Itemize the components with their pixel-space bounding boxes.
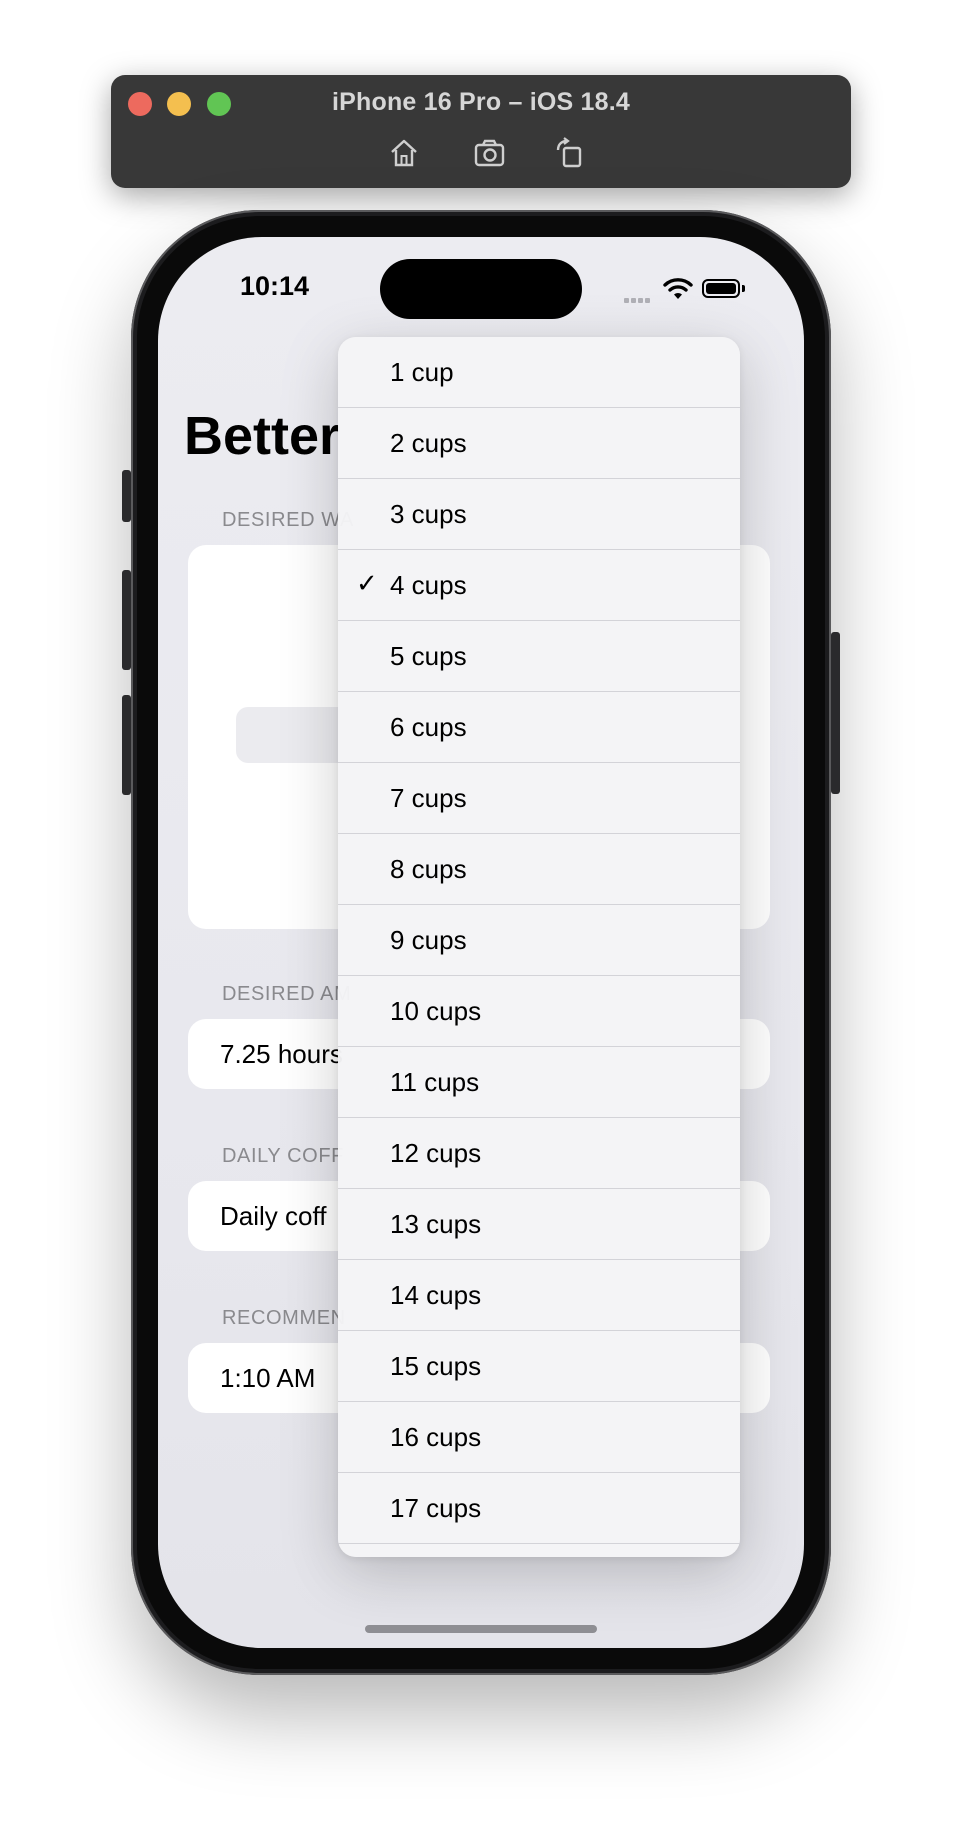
menu-item-label: 13 cups: [390, 1209, 482, 1239]
menu-item-label: 8 cups: [390, 854, 467, 884]
menu-item[interactable]: 12 cups: [338, 1118, 740, 1189]
menu-item-label: 10 cups: [390, 996, 482, 1026]
cellular-signal-icon: [624, 290, 652, 308]
recommended-bedtime-value: 1:10 AM: [220, 1363, 316, 1393]
menu-item[interactable]: 2 cups: [338, 408, 740, 479]
status-time: 10:14: [240, 271, 310, 301]
power-button[interactable]: [831, 632, 840, 794]
menu-item[interactable]: 6 cups: [338, 692, 740, 763]
menu-item[interactable]: 15 cups: [338, 1331, 740, 1402]
phone-screen: 10:14 Better DESIRED WA DESIRED AM 7.25 …: [158, 237, 804, 1648]
menu-item[interactable]: 8 cups: [338, 834, 740, 905]
menu-item-label: 15 cups: [390, 1351, 482, 1381]
volume-up-button[interactable]: [122, 570, 131, 670]
sleep-section-header: DESIRED AM: [222, 983, 352, 1005]
menu-item[interactable]: 17 cups: [338, 1473, 740, 1544]
wake-section-header: DESIRED WA: [222, 509, 354, 531]
menu-item[interactable]: 9 cups: [338, 905, 740, 976]
battery-cap: [742, 285, 745, 292]
screenshot-icon[interactable]: [472, 136, 506, 170]
menu-item[interactable]: 3 cups: [338, 479, 740, 550]
menu-item-label: 7 cups: [390, 783, 467, 813]
action-button[interactable]: [122, 470, 131, 522]
dynamic-island: [380, 259, 582, 319]
home-indicator[interactable]: [365, 1625, 597, 1633]
menu-item[interactable]: ✓ 4 cups: [338, 550, 740, 621]
coffee-section-header: DAILY COFF: [222, 1145, 344, 1167]
menu-item[interactable]: 14 cups: [338, 1260, 740, 1331]
menu-item-label: 6 cups: [390, 712, 467, 742]
menu-item[interactable]: 13 cups: [338, 1189, 740, 1260]
menu-item[interactable]: 11 cups: [338, 1047, 740, 1118]
menu-item[interactable]: 10 cups: [338, 976, 740, 1047]
menu-item-label: 14 cups: [390, 1280, 482, 1310]
rotate-icon[interactable]: [553, 136, 587, 170]
coffee-picker-label: Daily coff: [220, 1201, 327, 1231]
coffee-cups-menu: 1 cup 2 cups 3 cups ✓ 4 cups 5 cups 6 cups 7 cu…: [338, 337, 740, 1557]
menu-item[interactable]: 1 cup: [338, 337, 740, 408]
menu-item-label: 3 cups: [390, 499, 467, 529]
battery-icon: [702, 279, 740, 298]
sleep-amount-value: 7.25 hours: [220, 1039, 343, 1069]
menu-item-label: 17 cups: [390, 1493, 482, 1523]
wifi-icon: [663, 278, 693, 299]
menu-item-label: 1 cup: [390, 357, 454, 387]
menu-item-label: 2 cups: [390, 428, 467, 458]
simulator-title: iPhone 16 Pro – iOS 18.4: [332, 88, 630, 116]
checkmark-icon: ✓: [356, 568, 378, 598]
menu-item-label: 12 cups: [390, 1138, 482, 1168]
menu-item-label: 5 cups: [390, 641, 467, 671]
menu-item[interactable]: 16 cups: [338, 1402, 740, 1473]
menu-item-label: 4 cups: [390, 570, 467, 600]
home-icon[interactable]: [387, 136, 421, 170]
recommended-section-header: RECOMMEN: [222, 1307, 346, 1329]
menu-item-label: 9 cups: [390, 925, 467, 955]
page-title: Better: [184, 406, 341, 466]
volume-down-button[interactable]: [122, 695, 131, 795]
menu-item[interactable]: 5 cups: [338, 621, 740, 692]
menu-item-label: 11 cups: [390, 1067, 480, 1097]
menu-item[interactable]: 7 cups: [338, 763, 740, 834]
menu-item-label: 16 cups: [390, 1422, 482, 1452]
